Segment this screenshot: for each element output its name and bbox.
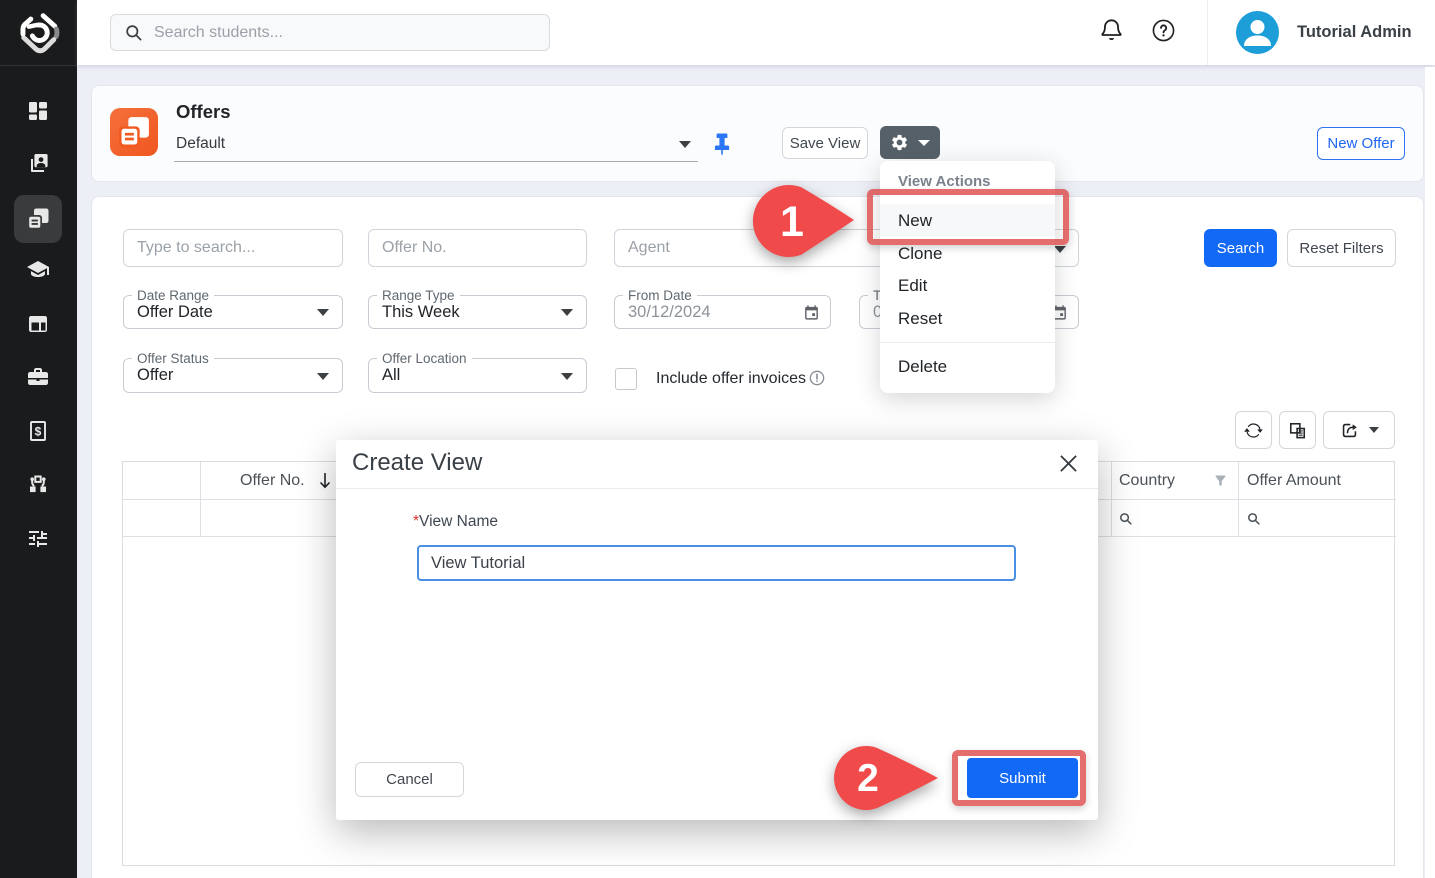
svg-text:1: 1	[780, 198, 804, 246]
svg-text:$: $	[35, 424, 42, 438]
svg-text:2: 2	[857, 757, 879, 800]
